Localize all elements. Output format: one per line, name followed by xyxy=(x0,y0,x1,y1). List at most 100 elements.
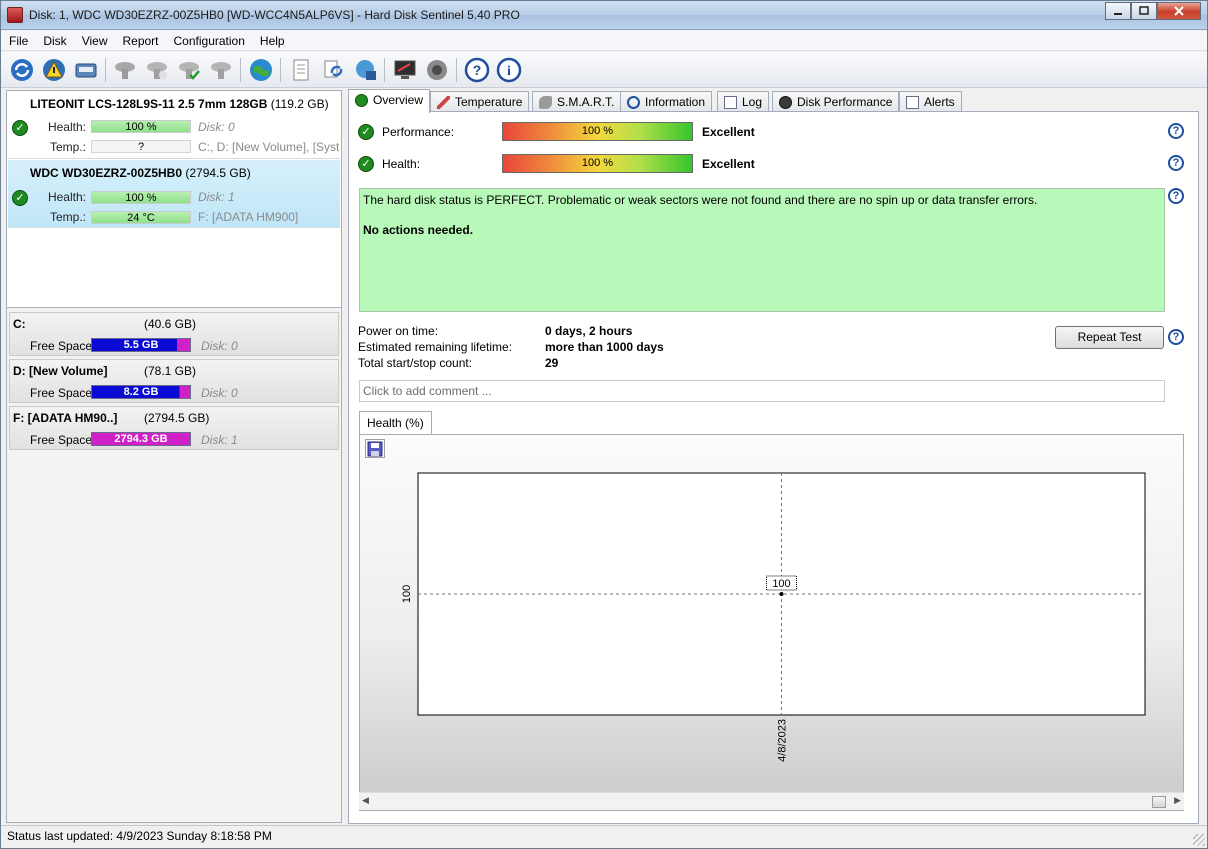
report-button[interactable] xyxy=(287,56,315,84)
tab-label: Log xyxy=(742,95,763,109)
menu-view[interactable]: View xyxy=(74,31,115,50)
thermometer-icon xyxy=(437,96,450,109)
disk-size: (2794.5 GB) xyxy=(185,166,251,180)
tab-temperature[interactable]: Temperature xyxy=(430,91,530,112)
tab-smart[interactable]: S.M.A.R.T. xyxy=(532,91,622,112)
health-bar: 100 % xyxy=(502,154,693,173)
report-icon xyxy=(293,59,309,81)
maximize-button[interactable] xyxy=(1131,2,1157,20)
free-space-value: 8.2 GB xyxy=(123,386,159,398)
disk-number: Disk: 0 xyxy=(201,386,238,400)
disk-gray3-icon xyxy=(211,62,231,79)
log-icon xyxy=(724,96,737,109)
temperature-value: ? xyxy=(91,140,191,153)
menu-configuration[interactable]: Configuration xyxy=(166,31,252,50)
disk-button-2[interactable] xyxy=(143,56,171,84)
menu-disk[interactable]: Disk xyxy=(35,31,73,50)
disk-check-icon xyxy=(179,62,200,80)
start-stop-label: Total start/stop count: xyxy=(358,356,473,370)
lifetime-label: Estimated remaining lifetime: xyxy=(358,340,513,354)
app-window: Disk: 1, WDC WD30EZRZ-00Z5HB0 [WD-WCC4N5… xyxy=(0,0,1208,849)
free-space-value: 5.5 GB xyxy=(123,339,159,351)
about-button[interactable]: i xyxy=(495,56,523,84)
help-icon[interactable]: ? xyxy=(1168,329,1184,345)
menu-bar: File Disk View Report Configuration Help xyxy=(1,31,1207,51)
tab-information[interactable]: Information xyxy=(620,91,713,112)
chart-scrollbar[interactable]: ◀ ▶ xyxy=(359,792,1184,810)
help-icon[interactable]: ? xyxy=(1168,155,1184,171)
close-button[interactable] xyxy=(1157,2,1201,20)
alert-button[interactable] xyxy=(40,56,68,84)
drive-icon xyxy=(75,63,97,78)
svg-text:i: i xyxy=(507,64,511,79)
menu-report[interactable]: Report xyxy=(114,31,165,50)
tab-label: Temperature xyxy=(455,95,523,109)
toolbar-separator xyxy=(105,58,106,82)
toolbar-separator xyxy=(240,58,241,82)
tab-label: Information xyxy=(645,95,706,109)
performance-bar: 100 % xyxy=(502,122,693,141)
network-button[interactable] xyxy=(351,56,379,84)
tab-disk-performance[interactable]: Disk Performance xyxy=(772,91,900,112)
tab-alerts[interactable]: Alerts xyxy=(899,91,962,112)
smart-icon xyxy=(539,96,552,109)
title-bar: Disk: 1, WDC WD30EZRZ-00Z5HB0 [WD-WCC4N5… xyxy=(1,1,1207,30)
sync-button[interactable] xyxy=(319,56,347,84)
scroll-left-icon[interactable]: ◀ xyxy=(362,795,369,806)
disk-card-1[interactable]: WDC WD30EZRZ-00Z5HB0 (2794.5 GB) ✓ Healt… xyxy=(8,160,340,228)
help-icon[interactable]: ? xyxy=(1168,123,1184,139)
comment-input[interactable] xyxy=(359,380,1165,402)
y-tick-label: 100 xyxy=(401,585,413,603)
disk-number: Disk: 0 xyxy=(201,339,238,353)
menu-help[interactable]: Help xyxy=(252,31,292,50)
performance-rating: Excellent xyxy=(702,125,755,139)
tab-label: Overview xyxy=(373,93,424,107)
chart-tab-health[interactable]: Health (%) xyxy=(359,411,432,434)
scroll-thumb[interactable] xyxy=(1152,796,1166,808)
tab-label: Alerts xyxy=(924,95,955,109)
disk-gray2-icon xyxy=(147,62,167,79)
overview-panel: ✓ Performance: 100 % Excellent ? ✓ Healt… xyxy=(348,111,1199,824)
start-stop-value: 29 xyxy=(545,356,559,370)
disk-gray-icon xyxy=(115,62,135,79)
free-space-label: Free Space xyxy=(30,339,93,353)
refresh-icon xyxy=(11,59,33,81)
status-bar: Status last updated: 4/9/2023 Sunday 8:1… xyxy=(1,825,1207,848)
x-tick-label: 4/8/2023 xyxy=(777,719,789,762)
web-button[interactable] xyxy=(247,56,275,84)
disk-card-0[interactable]: LITEONIT LCS-128L9S-11 2.5 7mm 128GB (11… xyxy=(8,91,340,159)
disk-button-3[interactable] xyxy=(175,56,203,84)
volume-card-f[interactable]: F: [ADATA HM90..] (2794.5 GB) Free Space… xyxy=(9,406,339,450)
volume-card-d[interactable]: D: [New Volume] (78.1 GB) Free Space 8.2… xyxy=(9,359,339,403)
drive-button[interactable] xyxy=(72,56,100,84)
scroll-right-icon[interactable]: ▶ xyxy=(1174,795,1181,806)
volume-name: F: [ADATA HM90..] xyxy=(13,411,118,425)
network-icon xyxy=(356,60,376,80)
repeat-test-button[interactable]: Repeat Test xyxy=(1055,326,1164,349)
toolbar: ? i xyxy=(1,52,1207,88)
disk-button-4[interactable] xyxy=(207,56,235,84)
resize-grip[interactable] xyxy=(1193,834,1205,846)
status-action: No actions needed. xyxy=(363,223,474,237)
disk-button-1[interactable] xyxy=(111,56,139,84)
help-button[interactable]: ? xyxy=(463,56,491,84)
svg-text:?: ? xyxy=(473,62,482,78)
disk-size: (119.2 GB) xyxy=(270,97,329,111)
tab-overview[interactable]: Overview xyxy=(348,89,431,113)
monitor-button[interactable] xyxy=(391,56,419,84)
monitor-icon xyxy=(394,60,416,79)
volume-card-c[interactable]: C: (40.6 GB) Free Space 5.5 GB Disk: 0 xyxy=(9,312,339,356)
temp-label: Temp.: xyxy=(49,140,86,154)
refresh-button[interactable] xyxy=(8,56,36,84)
minimize-button[interactable] xyxy=(1105,2,1131,20)
status-text: The hard disk status is PERFECT. Problem… xyxy=(363,193,1038,207)
menu-file[interactable]: File xyxy=(1,31,35,50)
tab-log[interactable]: Log xyxy=(717,91,770,112)
help-icon[interactable]: ? xyxy=(1168,188,1184,204)
toolbar-separator xyxy=(384,58,385,82)
data-label: 100 xyxy=(772,578,790,590)
gauge-icon xyxy=(779,96,792,109)
check-icon: ✓ xyxy=(358,124,374,140)
sound-button[interactable] xyxy=(423,56,451,84)
disk-number: Disk: 0 xyxy=(198,120,235,134)
